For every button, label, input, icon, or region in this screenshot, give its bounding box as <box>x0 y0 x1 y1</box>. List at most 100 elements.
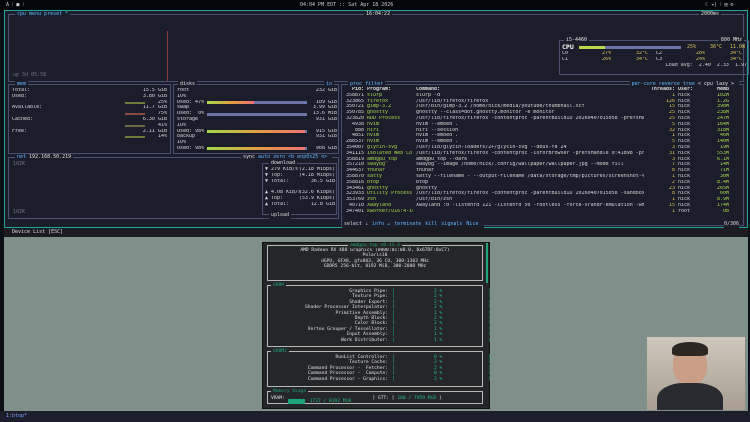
device-list-header[interactable]: Device List [ESC] <box>4 228 748 237</box>
cap <box>672 342 708 356</box>
mem-title[interactable]: mem <box>15 81 29 87</box>
interval-control[interactable]: 2000ms <box>699 11 722 17</box>
metric-value: 2 % <box>434 376 443 382</box>
btop-window: cpu menu preset * 16:04:22 2000ms up 3d … <box>4 10 749 228</box>
command-cell: Xwayland :0 -listenfd 121 -listenfd 50 -… <box>416 202 644 208</box>
gpu-info: amdgpu_top v0.11.3 AMD Radeon RX 480 Gra… <box>267 243 483 281</box>
grbm-rows: Graphics Pipe:[2 %] Texture Pipe:[2 %] Sha… <box>268 289 491 343</box>
disk-bar-fill <box>207 147 305 151</box>
disk-rows: root 232 GiB IO% Used: 47% 109 GiB swap 3.99 G… <box>177 88 337 152</box>
gtt-label: GTT: <box>377 396 390 401</box>
scrollbar[interactable] <box>486 243 488 283</box>
net-box: net 192.168.50.219 sync auto zero <b enp0s25… <box>8 154 339 219</box>
core-pct: 24% <box>696 56 706 62</box>
tmux-status-bar: 1:btop* <box>0 411 750 422</box>
net-stat-label: ▼ 279 KiB/s <box>265 167 299 172</box>
disk-bar-fill <box>207 101 254 105</box>
disk-bar-fill <box>207 130 305 134</box>
clock: 04:04 PM EDT :: Sat Apr 18 2026 <box>300 2 394 8</box>
net-option[interactable]: n> <box>321 154 327 160</box>
metric-label: Command Processor - Graphics: <box>307 376 388 382</box>
cpu-cores: C0 27% 32°C C2 28% 34°C C1 26% 34°C C3 24% 34°C <box>562 51 747 63</box>
mem-meter <box>125 101 145 104</box>
proc-action[interactable]: Nice <box>466 221 478 227</box>
gpu-info-lines: AMD Radeon RX 480 Graphics (0000:01:00.0… <box>268 248 482 270</box>
disk-used: Used: 47% <box>177 99 205 105</box>
mem-label: Free: <box>12 128 28 134</box>
preset-button[interactable]: preset * <box>44 11 68 17</box>
net-stat-value: 12.8 GiB <box>310 201 335 207</box>
gpu-metric-row: Command Processor - Graphics: [2 %] <box>268 376 491 382</box>
cpu-tab[interactable]: cpu <box>17 11 26 17</box>
net-scale-top: 102K <box>13 161 26 167</box>
mem-meter <box>125 136 145 139</box>
disk-name-row: root 232 GiB <box>177 88 337 94</box>
net-scale-bottom: 102K <box>13 209 26 215</box>
cpu-box: cpu menu preset * 16:04:22 2000ms up 3d … <box>8 11 749 82</box>
menu-button[interactable]: menu <box>29 11 41 17</box>
metric-value: 1 % <box>434 337 443 343</box>
vram-value: 1722 / 8192 MiB <box>309 399 352 404</box>
webcam-overlay <box>647 337 745 410</box>
proc-action[interactable]: terminate <box>394 221 421 227</box>
upload-label: upload <box>269 212 292 219</box>
disks-title[interactable]: disks <box>178 81 198 87</box>
disk-name: backup <box>177 134 196 140</box>
disk-used: Used: 98% <box>177 128 205 134</box>
core-temp: 34°C <box>636 56 649 62</box>
proc-count: 0/306 <box>723 221 739 228</box>
cpu-total-bar <box>579 46 605 49</box>
disk-used-row: Used: 98% 908 GiB <box>177 146 337 152</box>
net-option[interactable]: sync <box>243 154 255 160</box>
net-stat-label: ▲ Top: <box>265 195 284 201</box>
pid-cell: 347401 <box>345 208 364 214</box>
net-title[interactable]: net <box>17 154 26 160</box>
vram-row: VRAM: 1722 / 8192 MiB ] GTT: [ 160 / 795… <box>271 396 442 404</box>
grbm-section: GRBM Graphics Pipe:[2 %] Texture Pipe:[2 … <box>267 283 491 347</box>
process-table: Pid:Program:Command:Threads:User:MemBCpu… <box>344 87 741 215</box>
proc-action[interactable]: kill <box>425 221 437 227</box>
net-stats-box: download upload ▼ 279 KiB/s (2.18 Mibps) ▼… <box>262 160 337 219</box>
cpu-total-row: CPU 25% 36°C 11.0W <box>562 43 747 51</box>
net-ip: 192.168.50.219 <box>29 154 72 160</box>
user-cell: root <box>678 208 691 214</box>
core-label: C1 <box>562 56 569 62</box>
mem-label: Cached: <box>12 116 34 122</box>
shirt <box>657 383 723 410</box>
workspace-indicator[interactable]: A ⁞ ■ ⁞ <box>6 0 24 10</box>
uptime: up 3d 05:58 <box>13 72 47 78</box>
grbm2-title: GRBM2 <box>271 349 289 355</box>
net-stats: ▼ 279 KiB/s (2.18 Mibps) ▼ Top: (4.18 Mibps… <box>265 167 335 208</box>
download-label: download <box>269 160 298 166</box>
net-stat-label: ▼ Top: <box>265 172 284 178</box>
proc-action[interactable]: info ↵ <box>372 221 390 227</box>
vram-bar <box>287 399 305 404</box>
gtt-value: 160 / 7959 MiB <box>397 396 437 401</box>
disk-used: Used: 98% <box>177 145 205 151</box>
net-option[interactable]: enp0s25 <box>297 154 318 160</box>
mem-meter <box>125 113 145 116</box>
process-row[interactable]: 347401kworker/u16:4-io 1root 0B0.0 <box>344 209 741 215</box>
cpu-core-row: C1 26% 34°C C3 24% 34°C <box>562 57 747 63</box>
disks-io-toggle[interactable]: io <box>323 81 334 87</box>
proc-action[interactable]: select ↓ <box>344 221 368 227</box>
disk-size: 931 GiB <box>315 134 337 140</box>
load-avg: Load avg: 2.40 2.33 1.97 <box>665 62 747 68</box>
metric-gauge: [1 %] <box>392 337 491 343</box>
proc-action[interactable]: signals <box>441 221 462 227</box>
cpu-total-label: CPU <box>562 43 574 51</box>
amdgpu-title: amdgpu_top v0.11.3 <box>348 243 402 249</box>
threads-cell: 1 <box>671 208 675 214</box>
cpu-graph-marker <box>167 31 168 81</box>
net-stat-label: ▲ Total: <box>265 201 290 207</box>
mem-cell: 0B <box>722 208 729 214</box>
disk-used: Used: 0% <box>177 111 205 117</box>
system-tray[interactable]: ☾ ◂) ⁞ ▤ ⚙ <box>705 0 733 10</box>
disk-name-row: storage 931 GiB <box>177 117 337 123</box>
disk-size: 931 GiB <box>315 116 337 122</box>
cpu-total-watts: 11.0W <box>730 44 746 50</box>
gpu-info-line: GDDR5 256-bit, 8192 MiB, 300-2000 MHz <box>323 264 427 270</box>
program-cell: kworker/u16:4-io <box>367 208 413 214</box>
proc-footer: select ↓ info ↵ terminate kill signals Nice <box>342 221 485 228</box>
memory-usage-title: Memory Usage <box>271 389 309 395</box>
